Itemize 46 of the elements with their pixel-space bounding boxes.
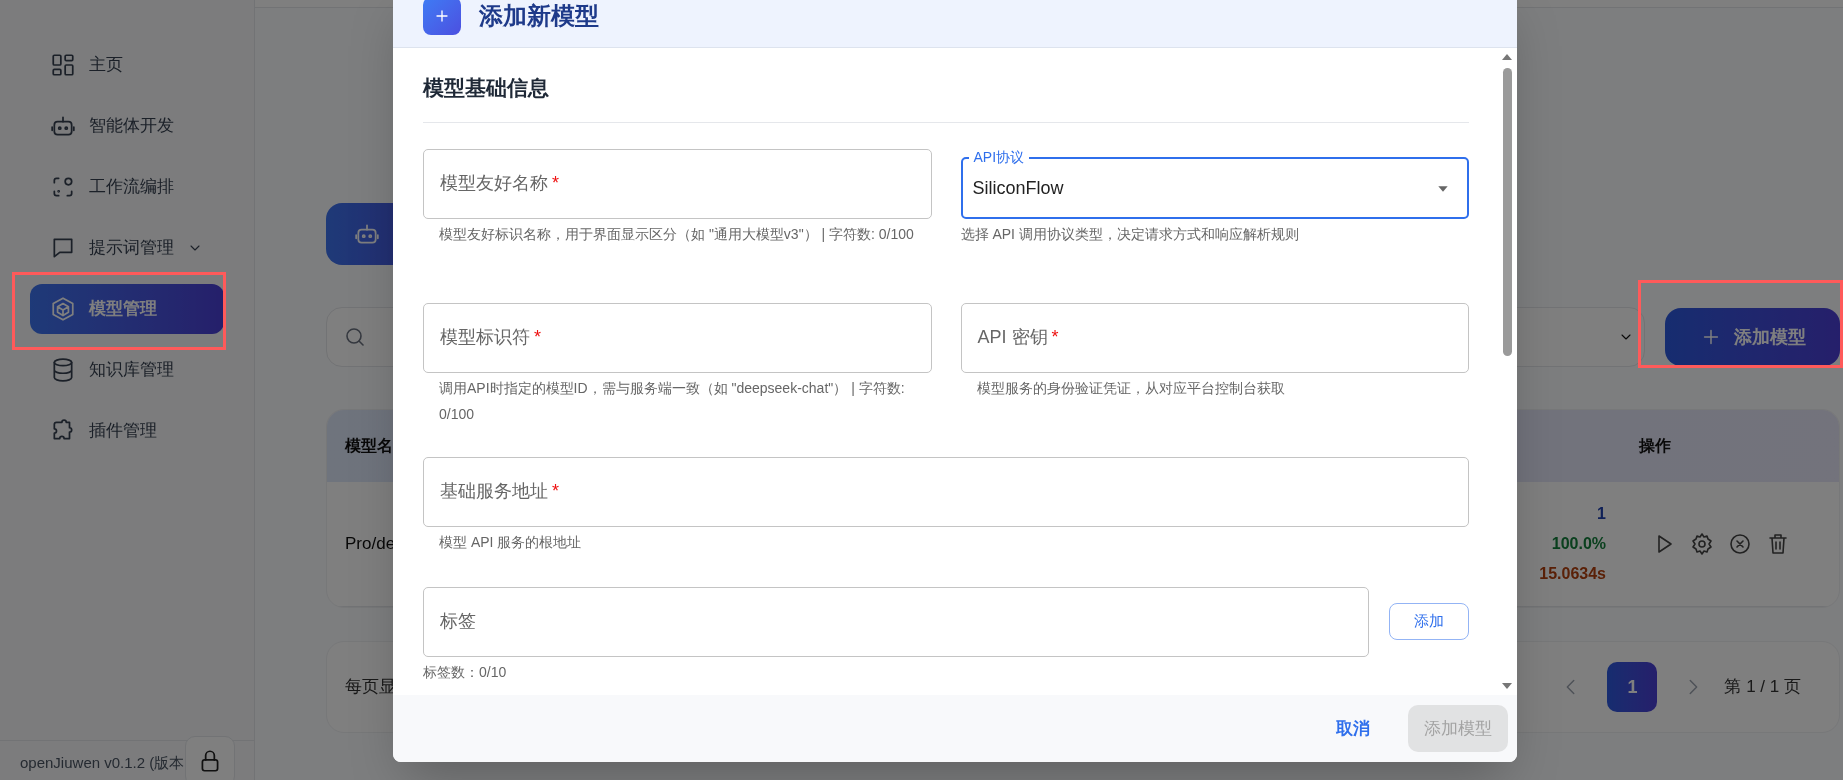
database-icon (50, 357, 76, 383)
input-field[interactable]: 模型标识符 * (423, 302, 932, 373)
dialog-title: 添加新模型 (479, 0, 599, 31)
helper-text: 模型服务的身份验证凭证，从对应平台控制台获取 (975, 378, 1286, 398)
sidebar-item[interactable]: 主页 (30, 40, 224, 90)
nodes-icon (50, 174, 76, 200)
close-circle-icon (1728, 532, 1752, 556)
settings-button[interactable] (1690, 532, 1714, 556)
table-cell-text: Pro/de (345, 533, 396, 556)
cube-icon (50, 296, 76, 322)
stat-value: 1 (1597, 504, 1606, 524)
helper-text: 模型友好标识名称，用于界面显示区分（如 "通用大模型v3"） | 字符数: 0/100 (438, 224, 915, 244)
version-text: openJiuwen v0.1.2 (版本 (20, 752, 185, 773)
add-model-button[interactable]: 添加模型 (1665, 308, 1840, 366)
section-title: 模型基础信息 (423, 72, 1469, 123)
sidebar-item[interactable]: 插件管理 (30, 406, 224, 456)
helper-text: 模型 API 服务的根地址 (438, 532, 583, 552)
helper-text: 选择 API 调用协议类型，决定请求方式和响应解析规则 (960, 224, 1300, 244)
sidebar-item[interactable]: 提示词管理 (30, 223, 224, 273)
input-field[interactable]: API 密钥 * (960, 302, 1469, 373)
stat-value: 15.0634s (1539, 564, 1606, 584)
sidebar-item[interactable]: 智能体开发 (30, 101, 224, 151)
stat-value: 100.0% (1551, 534, 1606, 554)
lock-button[interactable] (185, 736, 235, 780)
column-header: 操作 (1639, 436, 1671, 456)
input-field[interactable]: 标签 (423, 586, 1369, 657)
cancel-button[interactable]: 取消 (1328, 705, 1378, 752)
input-field[interactable]: 模型友好名称 * (423, 148, 932, 219)
helper-text: 标签数：0/10 (423, 662, 508, 682)
search-icon (343, 325, 367, 349)
close-circle-button[interactable] (1728, 532, 1752, 556)
grid-icon (50, 52, 76, 78)
add-tag-button[interactable]: 添加 (1389, 603, 1469, 640)
helper-text: 调用API时指定的模型ID，需与服务端一致（如 "deepseek-chat"） | 字符数: 0/100 (438, 378, 906, 424)
page-size-label: 每页显 (345, 676, 396, 699)
trash-button[interactable] (1766, 532, 1790, 556)
trash-icon (1766, 532, 1790, 556)
settings-icon (1690, 532, 1714, 556)
page-summary: 第 1 / 1 页 (1724, 676, 1801, 699)
sidebar-item[interactable]: 模型管理 (30, 284, 224, 334)
input-field[interactable]: 基础服务地址 * (423, 456, 1469, 527)
column-header: 模型名 (345, 436, 393, 456)
page-button[interactable]: 1 (1607, 662, 1658, 712)
chat-icon (50, 235, 76, 261)
sidebar-item[interactable]: 工作流编排 (30, 162, 224, 212)
sidebar-item[interactable]: 知识库管理 (30, 345, 224, 395)
